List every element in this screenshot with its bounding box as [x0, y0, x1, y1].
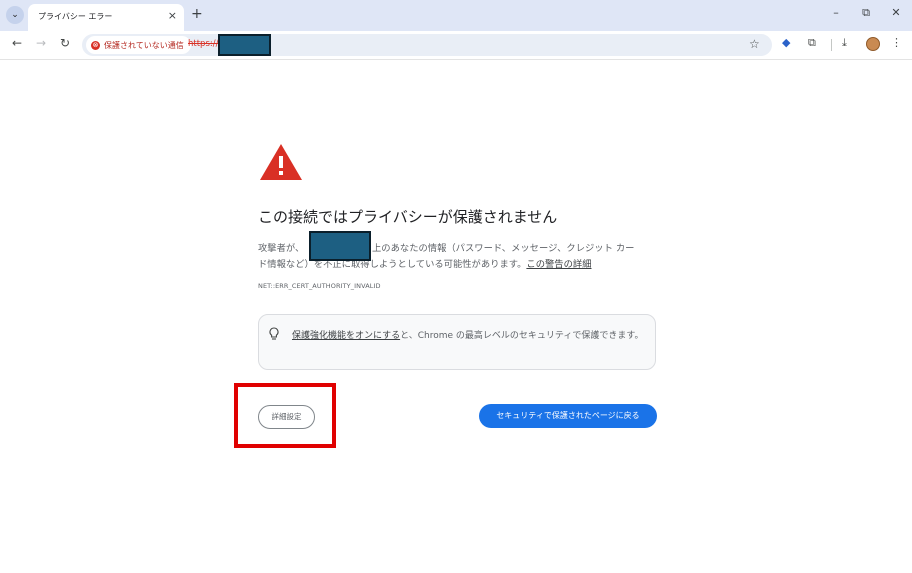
security-chip-label: 保護されていない通信 — [104, 40, 184, 50]
annotation-highlight-box — [234, 383, 336, 448]
new-tab-button[interactable]: + — [191, 6, 203, 22]
profile-avatar[interactable] — [866, 37, 880, 51]
back-to-safety-button[interactable]: セキュリティで保護されたページに戻る — [479, 404, 657, 428]
lightbulb-icon — [269, 327, 279, 344]
body-text-line1-prefix: 攻撃者が、 — [258, 243, 305, 254]
bookmark-star-icon[interactable]: ☆ — [749, 37, 760, 51]
toolbar-divider — [831, 39, 832, 51]
extension-icon[interactable]: ◆ — [782, 36, 790, 49]
body-text-line1-suffix: 上のあなたの情報（パスワード、メッセージ、クレジット カー — [372, 243, 635, 254]
address-bar[interactable]: ⊗ 保護されていない通信 https:// ☆ — [82, 34, 772, 56]
not-secure-icon: ⊗ — [91, 40, 100, 50]
tab-close-icon[interactable]: × — [168, 9, 177, 22]
enable-enhanced-protection-link[interactable]: 保護強化機能をオンにする — [292, 331, 400, 341]
close-window-button[interactable]: ✕ — [886, 6, 906, 19]
warning-details-link[interactable]: この警告の詳細 — [526, 259, 591, 270]
download-icon[interactable]: ⤓ — [842, 36, 847, 50]
promo-text: 保護強化機能をオンにすると、Chrome の最高レベルのセキュリティで保護できま… — [292, 328, 644, 344]
back-icon[interactable]: ← — [9, 36, 25, 50]
url-redaction — [218, 34, 271, 56]
page-title: この接続ではプライバシーが保護されません — [258, 208, 558, 226]
restore-button[interactable]: ⧉ — [856, 6, 876, 20]
extensions-puzzle-icon[interactable]: ⧉ — [808, 36, 816, 50]
minimize-button[interactable]: – — [826, 6, 846, 19]
warning-triangle-icon — [260, 144, 302, 180]
tab-search-button[interactable]: ⌄ — [6, 6, 24, 24]
promo-description: と、Chrome の最高レベルのセキュリティで保護できます。 — [400, 331, 644, 341]
hostname-redaction — [309, 231, 371, 261]
tab-active[interactable]: プライバシー エラー × — [28, 4, 184, 31]
error-code: NET::ERR_CERT_AUTHORITY_INVALID — [258, 282, 381, 290]
url-scheme: https:// — [188, 39, 219, 49]
browser-toolbar: ← → ↻ ⊗ 保護されていない通信 https:// ☆ ◆ ⧉ ⤓ ⋮ — [0, 31, 912, 60]
tab-title: プライバシー エラー — [38, 12, 113, 21]
security-chip[interactable]: ⊗ 保護されていない通信 — [86, 36, 191, 54]
menu-icon[interactable]: ⋮ — [891, 36, 902, 49]
enhanced-protection-promo: 保護強化機能をオンにすると、Chrome の最高レベルのセキュリティで保護できま… — [258, 314, 656, 370]
body-text-line2-prefix: ド情報など）を不正に取得しようとしている可能性があります。 — [258, 259, 527, 270]
reload-icon[interactable]: ↻ — [57, 36, 73, 50]
forward-icon[interactable]: → — [33, 36, 49, 50]
tab-strip: ⌄ プライバシー エラー × + – ⧉ ✕ — [0, 0, 912, 31]
